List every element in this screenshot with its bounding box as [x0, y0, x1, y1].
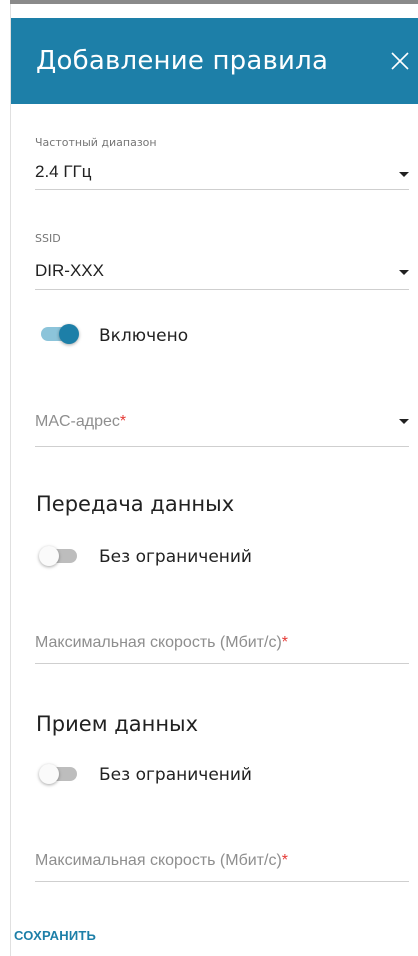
save-button[interactable]: СОХРАНИТЬ [14, 928, 96, 943]
add-rule-dialog: Добавление правила Частотный диапазон 2.… [10, 4, 418, 956]
download-section-title: Прием данных [36, 712, 199, 736]
toggle-thumb [39, 546, 59, 566]
upload-unlimited-toggle[interactable] [39, 544, 81, 568]
enabled-label: Включено [99, 326, 189, 346]
download-unlimited-label: Без ограничений [99, 765, 252, 785]
frequency-band-select[interactable]: Частотный диапазон 2.4 ГГц [35, 130, 409, 190]
upload-max-speed-input[interactable]: Максимальная скорость (Мбит/с)* [35, 622, 409, 664]
toggle-thumb [39, 764, 59, 784]
required-mark: * [119, 413, 127, 430]
chevron-down-icon [399, 270, 409, 275]
upload-max-speed-placeholder: Максимальная скорость (Мбит/с)* [35, 634, 289, 651]
toggle-thumb [59, 324, 79, 344]
frequency-band-label: Частотный диапазон [35, 136, 157, 149]
upload-section-title: Передача данных [36, 492, 235, 516]
required-mark: * [281, 634, 289, 651]
mac-address-placeholder: MAC-адрес* [35, 413, 127, 430]
enabled-toggle[interactable] [39, 322, 81, 346]
mac-address-field[interactable]: MAC-адрес* [35, 400, 409, 447]
ssid-select[interactable]: SSID DIR-XXX [35, 226, 409, 290]
download-max-speed-placeholder: Максимальная скорость (Мбит/с)* [35, 852, 289, 869]
frequency-band-value: 2.4 ГГц [35, 162, 92, 181]
dialog-header: Добавление правила [11, 18, 418, 104]
upload-unlimited-label: Без ограничений [99, 547, 252, 567]
chevron-down-icon [399, 172, 409, 177]
required-mark: * [281, 852, 289, 869]
ssid-value: DIR-XXX [35, 261, 104, 280]
chevron-down-icon [399, 419, 409, 424]
close-icon[interactable] [387, 48, 413, 74]
ssid-label: SSID [35, 232, 61, 245]
download-max-speed-input[interactable]: Максимальная скорость (Мбит/с)* [35, 840, 409, 882]
dialog-title: Добавление правила [36, 46, 329, 76]
download-unlimited-toggle[interactable] [39, 762, 81, 786]
